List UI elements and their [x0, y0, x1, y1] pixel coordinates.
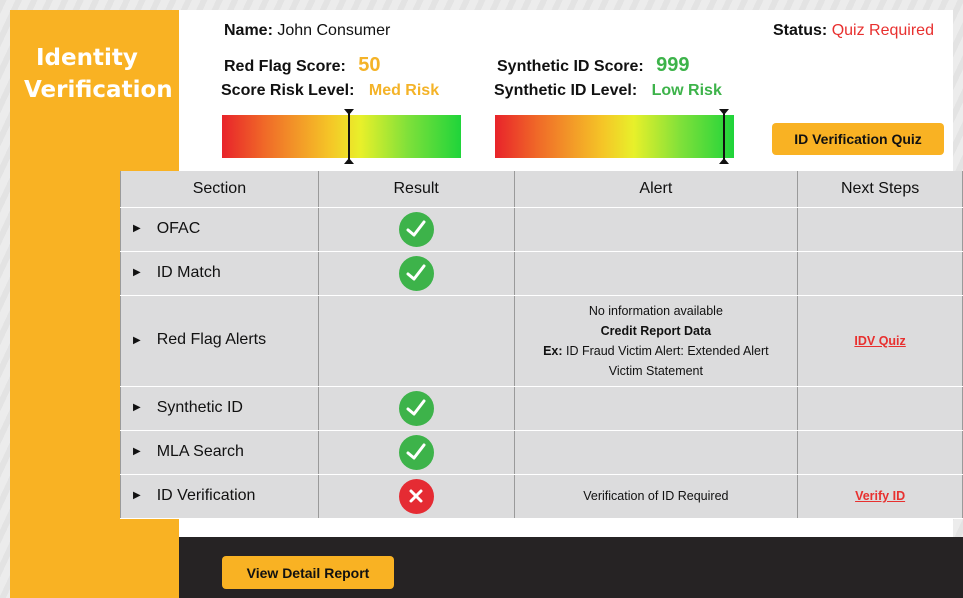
alert-line: Ex: ID Fraud Victim Alert: Extended Aler…	[515, 341, 798, 361]
alert-cell: Verification of ID Required	[513, 474, 799, 519]
next-steps-cell: IDV Quiz	[797, 295, 963, 387]
synthetic-score-label: Synthetic ID Score:	[497, 58, 644, 75]
table-row[interactable]: ▶ OFAC	[120, 207, 963, 252]
red-flag-score-value: 50	[358, 54, 381, 76]
next-steps-cell	[797, 207, 963, 252]
result-cell	[317, 251, 515, 296]
triangle-right-icon[interactable]: ▶	[133, 335, 141, 346]
result-cell	[317, 430, 515, 475]
synthetic-gauge-marker	[719, 109, 729, 164]
view-detail-report-button[interactable]: View Detail Report	[222, 556, 394, 589]
score-risk-label: Score Risk Level:	[221, 82, 355, 99]
next-steps-cell	[797, 251, 963, 296]
section-label: MLA Search	[156, 442, 244, 460]
status-value: Quiz Required	[831, 22, 934, 39]
section-label: ID Verification	[156, 486, 256, 504]
score-risk-level: Score Risk Level: Med Risk	[221, 82, 439, 100]
column-header-alert: Alert	[513, 171, 799, 208]
section-cell[interactable]: ▶ ID Verification	[120, 474, 319, 519]
synthetic-level-label: Synthetic ID Level:	[494, 82, 638, 99]
page-title: Identity Verification	[24, 42, 174, 106]
alert-cell	[513, 430, 799, 475]
section-label: Red Flag Alerts	[156, 331, 267, 349]
status-field: Status: Quiz Required	[773, 22, 934, 40]
table-row[interactable]: ▶ MLA Search	[120, 430, 963, 475]
next-steps-cell: Verify ID	[797, 474, 963, 519]
triangle-right-icon[interactable]: ▶	[133, 267, 141, 278]
section-cell[interactable]: ▶ Red Flag Alerts	[120, 295, 319, 387]
synthetic-score-value: 999	[656, 54, 690, 76]
name-field: Name: John Consumer	[224, 22, 390, 40]
column-header-result: Result	[317, 171, 515, 208]
table-header-row: Section Result Alert Next Steps	[120, 171, 963, 208]
page-title-line2: Verification	[24, 77, 173, 103]
section-cell[interactable]: ▶ MLA Search	[120, 430, 319, 475]
table-row[interactable]: ▶ Red Flag Alerts No information availabl…	[120, 295, 963, 387]
section-label: ID Match	[156, 263, 221, 281]
section-label: OFAC	[156, 219, 201, 237]
next-steps-cell	[797, 386, 963, 431]
name-value: John Consumer	[277, 22, 391, 39]
synthetic-id-score: Synthetic ID Score: 999	[497, 54, 690, 77]
red-flag-score: Red Flag Score: 50	[224, 54, 381, 77]
section-cell[interactable]: ▶ ID Match	[120, 251, 319, 296]
result-cell	[317, 386, 515, 431]
red-flag-gauge	[222, 109, 461, 164]
alert-cell	[513, 386, 799, 431]
verification-table: Section Result Alert Next Steps ▶ OFAC ▶ I…	[120, 171, 963, 519]
idv-quiz-link[interactable]: IDV Quiz	[854, 334, 905, 348]
alert-example-label: Ex:	[543, 343, 563, 358]
column-header-section: Section	[120, 171, 319, 208]
next-steps-cell	[797, 430, 963, 475]
column-header-next-steps: Next Steps	[797, 171, 963, 208]
table-row[interactable]: ▶ Synthetic ID	[120, 386, 963, 431]
red-flag-score-label: Red Flag Score:	[224, 58, 346, 75]
alert-line: Credit Report Data	[600, 323, 712, 338]
synthetic-level-value: Low Risk	[651, 82, 722, 99]
table-row[interactable]: ▶ ID Verification Verification of ID Requ…	[120, 474, 963, 519]
name-label: Name:	[224, 22, 273, 39]
triangle-right-icon[interactable]: ▶	[133, 402, 141, 413]
alert-cell	[513, 207, 799, 252]
section-cell[interactable]: ▶ OFAC	[120, 207, 319, 252]
verify-id-link[interactable]: Verify ID	[855, 489, 905, 503]
alert-example-text: ID Fraud Victim Alert: Extended Alert	[562, 343, 769, 358]
x-circle-icon	[398, 478, 434, 514]
status-label: Status:	[773, 22, 828, 39]
synthetic-gauge	[495, 109, 734, 164]
score-risk-value: Med Risk	[368, 82, 440, 99]
alert-line: Victim Statement	[608, 363, 703, 378]
alert-text: Verification of ID Required	[583, 489, 729, 503]
section-label: Synthetic ID	[156, 398, 243, 416]
triangle-right-icon[interactable]: ▶	[133, 446, 141, 457]
alert-cell	[513, 251, 799, 296]
alert-line: No information available	[588, 303, 723, 318]
page-title-line1: Identity	[36, 45, 138, 71]
table-row[interactable]: ▶ ID Match	[120, 251, 963, 296]
check-circle-icon	[398, 255, 434, 291]
section-cell[interactable]: ▶ Synthetic ID	[120, 386, 319, 431]
id-verification-quiz-button[interactable]: ID Verification Quiz	[772, 123, 944, 155]
result-cell	[317, 207, 515, 252]
triangle-right-icon[interactable]: ▶	[133, 223, 141, 234]
alert-cell: No information available Credit Report D…	[513, 295, 799, 387]
check-circle-icon	[398, 434, 434, 470]
synthetic-id-level: Synthetic ID Level: Low Risk	[494, 82, 722, 100]
red-flag-gauge-marker	[344, 109, 354, 164]
result-cell	[317, 295, 515, 387]
check-circle-icon	[398, 211, 434, 247]
check-circle-icon	[398, 390, 434, 426]
result-cell	[317, 474, 515, 519]
triangle-right-icon[interactable]: ▶	[133, 490, 141, 501]
